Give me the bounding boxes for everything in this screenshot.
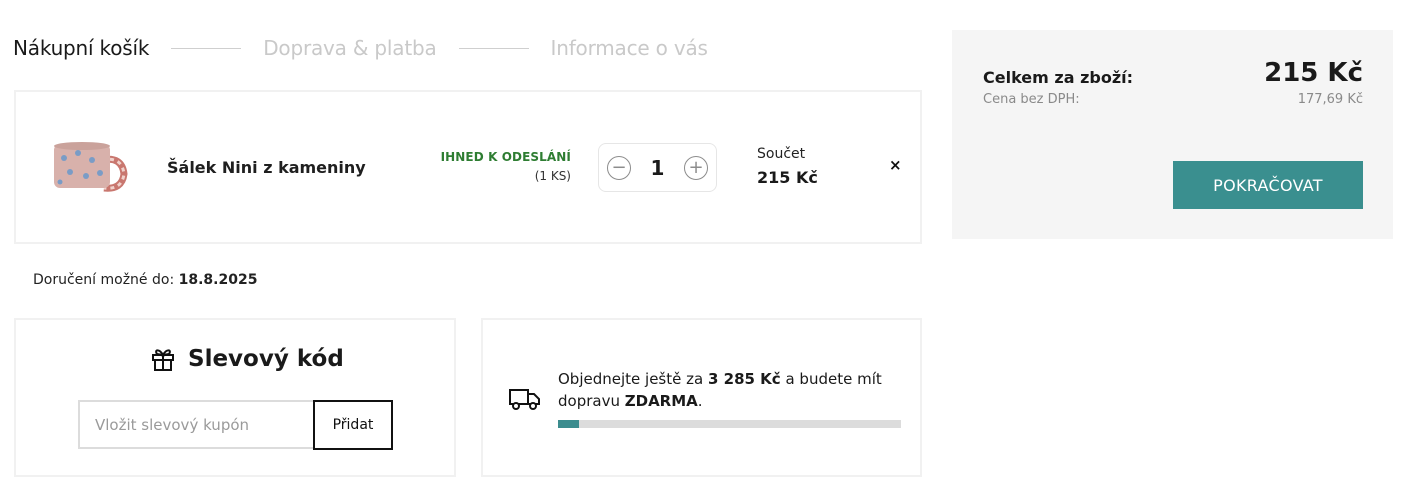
remove-item-icon[interactable]: × — [889, 156, 902, 174]
net-price-label: Cena bez DPH: — [983, 92, 1080, 107]
delivery-label: Doručení možné do: — [33, 272, 175, 288]
step-customer-info[interactable]: Informace o vás — [551, 36, 708, 60]
coupon-heading: Slevový kód — [188, 346, 344, 372]
continue-button[interactable]: POKRAČOVAT — [1173, 161, 1363, 209]
coupon-input[interactable] — [78, 400, 315, 449]
total-value: 215 Kč — [1264, 58, 1363, 88]
ship-text-before: Objednejte ještě za — [558, 370, 704, 388]
product-name[interactable]: Šálek Nini z kameniny — [167, 158, 366, 177]
free-shipping-box: Objednejte ještě za 3 285 Kč a budete mí… — [481, 318, 922, 477]
free-label: ZDARMA — [624, 392, 698, 410]
sum-value: 215 Kč — [757, 168, 818, 187]
availability-status: IHNED K ODESLÁNÍ — [440, 150, 571, 164]
product-image[interactable] — [52, 140, 138, 192]
availability: IHNED K ODESLÁNÍ (1 KS) — [441, 150, 571, 183]
order-summary: Celkem za zboží: 215 Kč Cena bez DPH: 17… — [952, 30, 1393, 239]
quantity-stepper: − 1 + — [598, 143, 717, 192]
net-price-value: 177,69 Kč — [1297, 92, 1363, 107]
remaining-amount: 3 285 Kč — [707, 370, 781, 388]
step-cart: Nákupní košík — [13, 36, 150, 60]
shipping-progress-fill — [558, 420, 579, 428]
cart-item: Šálek Nini z kameniny IHNED K ODESLÁNÍ (… — [14, 90, 922, 244]
step-shipping-payment[interactable]: Doprava & platba — [263, 36, 437, 60]
shipping-progress-bar — [558, 420, 901, 428]
gift-icon — [152, 349, 174, 371]
sum-label: Součet — [757, 146, 806, 162]
plus-icon[interactable]: + — [683, 155, 708, 180]
stock-note: (1 KS) — [534, 169, 571, 183]
truck-icon — [509, 389, 540, 410]
step-divider — [171, 47, 242, 49]
add-coupon-button[interactable]: Přidat — [313, 400, 393, 450]
total-label: Celkem za zboží: — [983, 68, 1134, 87]
step-divider — [458, 47, 529, 49]
ship-text-after: . — [697, 392, 703, 410]
minus-icon[interactable]: − — [607, 155, 631, 180]
item-sum: Součet 215 Kč — [757, 146, 818, 187]
delivery-info: Doručení možné do: 18.8.2025 — [33, 272, 257, 288]
free-shipping-text: Objednejte ještě za 3 285 Kč a budete mí… — [558, 368, 888, 412]
checkout-steps: Nákupní košík Doprava & platba Informace… — [13, 34, 708, 62]
delivery-date: 18.8.2025 — [178, 272, 258, 288]
coupon-title: Slevový kód — [150, 346, 344, 372]
quantity-value[interactable]: 1 — [651, 156, 665, 180]
coupon-box: Slevový kód Přidat — [14, 318, 456, 477]
